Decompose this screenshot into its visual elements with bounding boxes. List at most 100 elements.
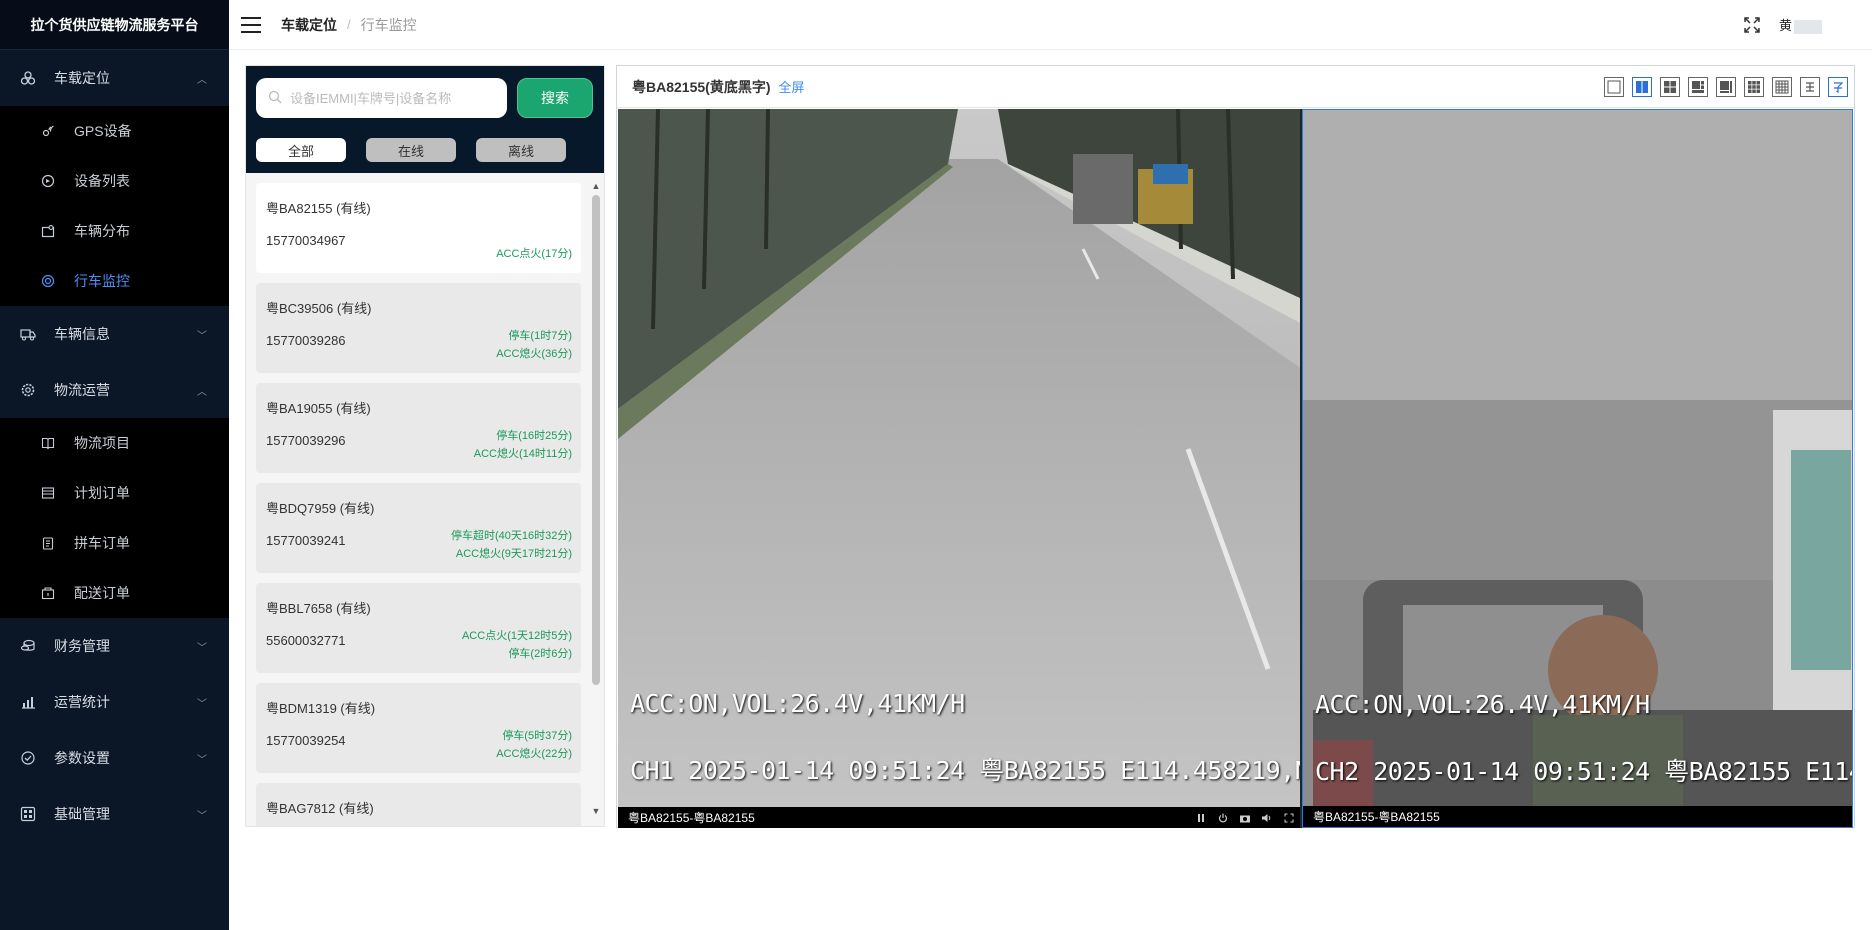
menu-vehicle-location[interactable]: 车载定位 ︿ — [0, 50, 229, 106]
sidebar-item-label: 行车监控 — [74, 273, 130, 289]
sidebar-item-device-list[interactable]: 设备列表 — [0, 156, 229, 206]
menu-logistics-ops[interactable]: 物流运营 ︿ — [0, 362, 229, 418]
filter-all[interactable]: 全部 — [256, 138, 346, 162]
video-caption: 粤BA82155-粤BA82155 — [628, 811, 755, 825]
layout-8-icon[interactable] — [1716, 76, 1736, 97]
clipboard-icon — [40, 535, 56, 551]
expand-icon[interactable] — [1282, 811, 1296, 825]
chevron-down-icon: ﹀ — [197, 642, 207, 654]
status-line: 停车(2时6分) — [508, 648, 572, 660]
video-channel-1[interactable]: ACC:ON,VOL:26.4V,41KM/H CH1 2025-01-14 0… — [618, 109, 1302, 828]
search-input[interactable] — [290, 90, 507, 106]
layout-16-icon[interactable] — [1772, 76, 1792, 97]
filter-offline[interactable]: 离线 — [476, 138, 566, 162]
sidebar-item-delivery-order[interactable]: 配送订单 — [0, 568, 229, 618]
sidebar-item-label: 设备列表 — [74, 173, 130, 189]
pause-icon[interactable] — [1194, 811, 1208, 825]
submenu-logistics-ops: 物流项目 计划订单 拼车订单 配送订单 — [0, 418, 229, 618]
device-list-icon — [40, 173, 56, 189]
menu-group-basic-management: 基础管理 ﹀ — [0, 786, 229, 842]
status-filter: 全部 在线 离线 — [256, 138, 594, 162]
chevron-down-icon: ﹀ — [197, 810, 207, 822]
filter-online[interactable]: 在线 — [366, 138, 456, 162]
gps-device-icon — [40, 123, 56, 139]
list-scrollbar[interactable]: ▲ ▼ — [590, 181, 602, 816]
list-item[interactable]: 粤BA82155 (有线) 15770034967 ACC点火(17分) — [256, 183, 581, 273]
scroll-down-icon[interactable]: ▼ — [591, 806, 601, 816]
map-distribution-icon — [40, 223, 56, 239]
sidebar-item-logistics-project[interactable]: 物流项目 — [0, 418, 229, 468]
video-panel: 粤BA82155(黄底黑字) 全屏 ACC:ON,VOL:26.4V,41KM/… — [616, 65, 1855, 828]
sidebar-item-vehicle-distribution[interactable]: 车辆分布 — [0, 206, 229, 256]
layout-custom-icon[interactable] — [1828, 76, 1848, 97]
scroll-up-icon[interactable]: ▲ — [591, 181, 601, 191]
status-line: ACC点火(17分) — [496, 248, 572, 260]
menu-param-settings[interactable]: 参数设置 ﹀ — [0, 730, 229, 786]
layout-9-icon[interactable] — [1744, 76, 1764, 97]
menu-label: 参数设置 — [54, 750, 110, 766]
menu-group-vehicle-location: 车载定位 ︿ GPS设备 设备列表 车辆分布 行车监控 — [0, 50, 229, 306]
menu-finance[interactable]: 财务管理 ﹀ — [0, 618, 229, 674]
video-controls — [1186, 811, 1296, 825]
sidebar-item-label: GPS设备 — [74, 123, 132, 139]
vehicle-status: 停车(5时37分) ACC熄火(22分) — [496, 727, 572, 763]
layout-1-icon[interactable] — [1604, 76, 1624, 97]
list-item[interactable]: 粤BAG7812 (有线) — [256, 783, 581, 826]
status-line: 停车(5时37分) — [502, 730, 572, 742]
chevron-up-icon: ︿ — [197, 386, 207, 398]
power-icon[interactable] — [1216, 811, 1230, 825]
layout-switcher — [1596, 76, 1848, 97]
search-button[interactable]: 搜索 — [517, 78, 593, 118]
search-row: 搜索 — [256, 78, 594, 118]
list-item[interactable]: 粤BA19055 (有线) 15770039296 停车(16时25分) ACC… — [256, 383, 581, 473]
menu-ops-stats[interactable]: 运营统计 ﹀ — [0, 674, 229, 730]
vehicle-status: ACC点火(1天12时5分) 停车(2时6分) — [462, 627, 572, 663]
submenu-vehicle-location: GPS设备 设备列表 车辆分布 行车监控 — [0, 106, 229, 306]
vehicle-plate: 粤BAG7812 (有线) — [266, 801, 374, 816]
video-channel-2[interactable]: ACC:ON,VOL:26.4V,41KM/H CH2 2025-01-14 0… — [1302, 109, 1853, 828]
sidebar-item-driving-monitor[interactable]: 行车监控 — [0, 256, 229, 306]
vehicle-plate: 粤BA19055 (有线) — [266, 401, 371, 416]
layout-6-icon[interactable] — [1688, 76, 1708, 97]
search-box — [256, 78, 507, 118]
list-item[interactable]: 粤BDQ7959 (有线) 15770039241 停车超时(40天16时32分… — [256, 483, 581, 573]
vehicle-plate: 粤BDM1319 (有线) — [266, 701, 376, 716]
status-line: 停车(16时25分) — [496, 430, 572, 442]
fullscreen-link[interactable]: 全屏 — [778, 77, 804, 96]
vehicle-list: 粤BA82155 (有线) 15770034967 ACC点火(17分) 粤BC… — [256, 183, 581, 826]
camera-icon[interactable] — [1238, 811, 1252, 825]
sidebar-item-plan-order[interactable]: 计划订单 — [0, 468, 229, 518]
user-name[interactable]: 黄 — [1779, 15, 1822, 34]
menu-label: 运营统计 — [54, 694, 110, 710]
menu-basic-management[interactable]: 基础管理 ﹀ — [0, 786, 229, 842]
vehicle-status: 停车(1时7分) ACC熄火(36分) — [496, 327, 572, 363]
list-item[interactable]: 粤BBL7658 (有线) 55600032771 ACC点火(1天12时5分)… — [256, 583, 581, 673]
truck-icon — [20, 326, 36, 342]
brand-title: 拉个货供应链物流服务平台 — [0, 0, 229, 50]
sidebar-item-label: 配送订单 — [74, 585, 130, 601]
vehicle-panel-toolbar: 搜索 全部 在线 离线 — [246, 66, 604, 173]
fullscreen-icon[interactable] — [1743, 16, 1761, 34]
video-caption-bar: 粤BA82155-粤BA82155 — [1303, 806, 1852, 827]
bar-chart-icon — [20, 694, 36, 710]
vehicle-plate: 粤BDQ7959 (有线) — [266, 501, 375, 516]
sidebar-item-carpool-order[interactable]: 拼车订单 — [0, 518, 229, 568]
list-item[interactable]: 粤BDM1319 (有线) 15770039254 停车(5时37分) ACC熄… — [256, 683, 581, 773]
video-caption-bar: 粤BA82155-粤BA82155 — [618, 807, 1300, 828]
layout-4-icon[interactable] — [1660, 76, 1680, 97]
sidebar-item-gps-device[interactable]: GPS设备 — [0, 106, 229, 156]
chevron-down-icon: ﹀ — [197, 754, 207, 766]
layout-2-icon[interactable] — [1632, 76, 1652, 97]
volume-icon[interactable] — [1260, 811, 1274, 825]
menu-vehicle-info[interactable]: 车辆信息 ﹀ — [0, 306, 229, 362]
monitor-icon — [40, 273, 56, 289]
top-header: 车载定位 / 行车监控 黄 — [229, 0, 1872, 50]
menu-label: 车载定位 — [54, 70, 110, 86]
layout-horizontal-icon[interactable] — [1800, 76, 1820, 97]
sidebar-item-label: 拼车订单 — [74, 535, 130, 551]
hamburger-icon[interactable] — [241, 16, 261, 33]
scroll-thumb[interactable] — [592, 195, 600, 685]
vehicle-status: 停车(16时25分) ACC熄火(14时11分) — [474, 427, 572, 463]
list-item[interactable]: 粤BC39506 (有线) 15770039286 停车(1时7分) ACC熄火… — [256, 283, 581, 373]
breadcrumb-parent[interactable]: 车载定位 — [281, 15, 337, 35]
